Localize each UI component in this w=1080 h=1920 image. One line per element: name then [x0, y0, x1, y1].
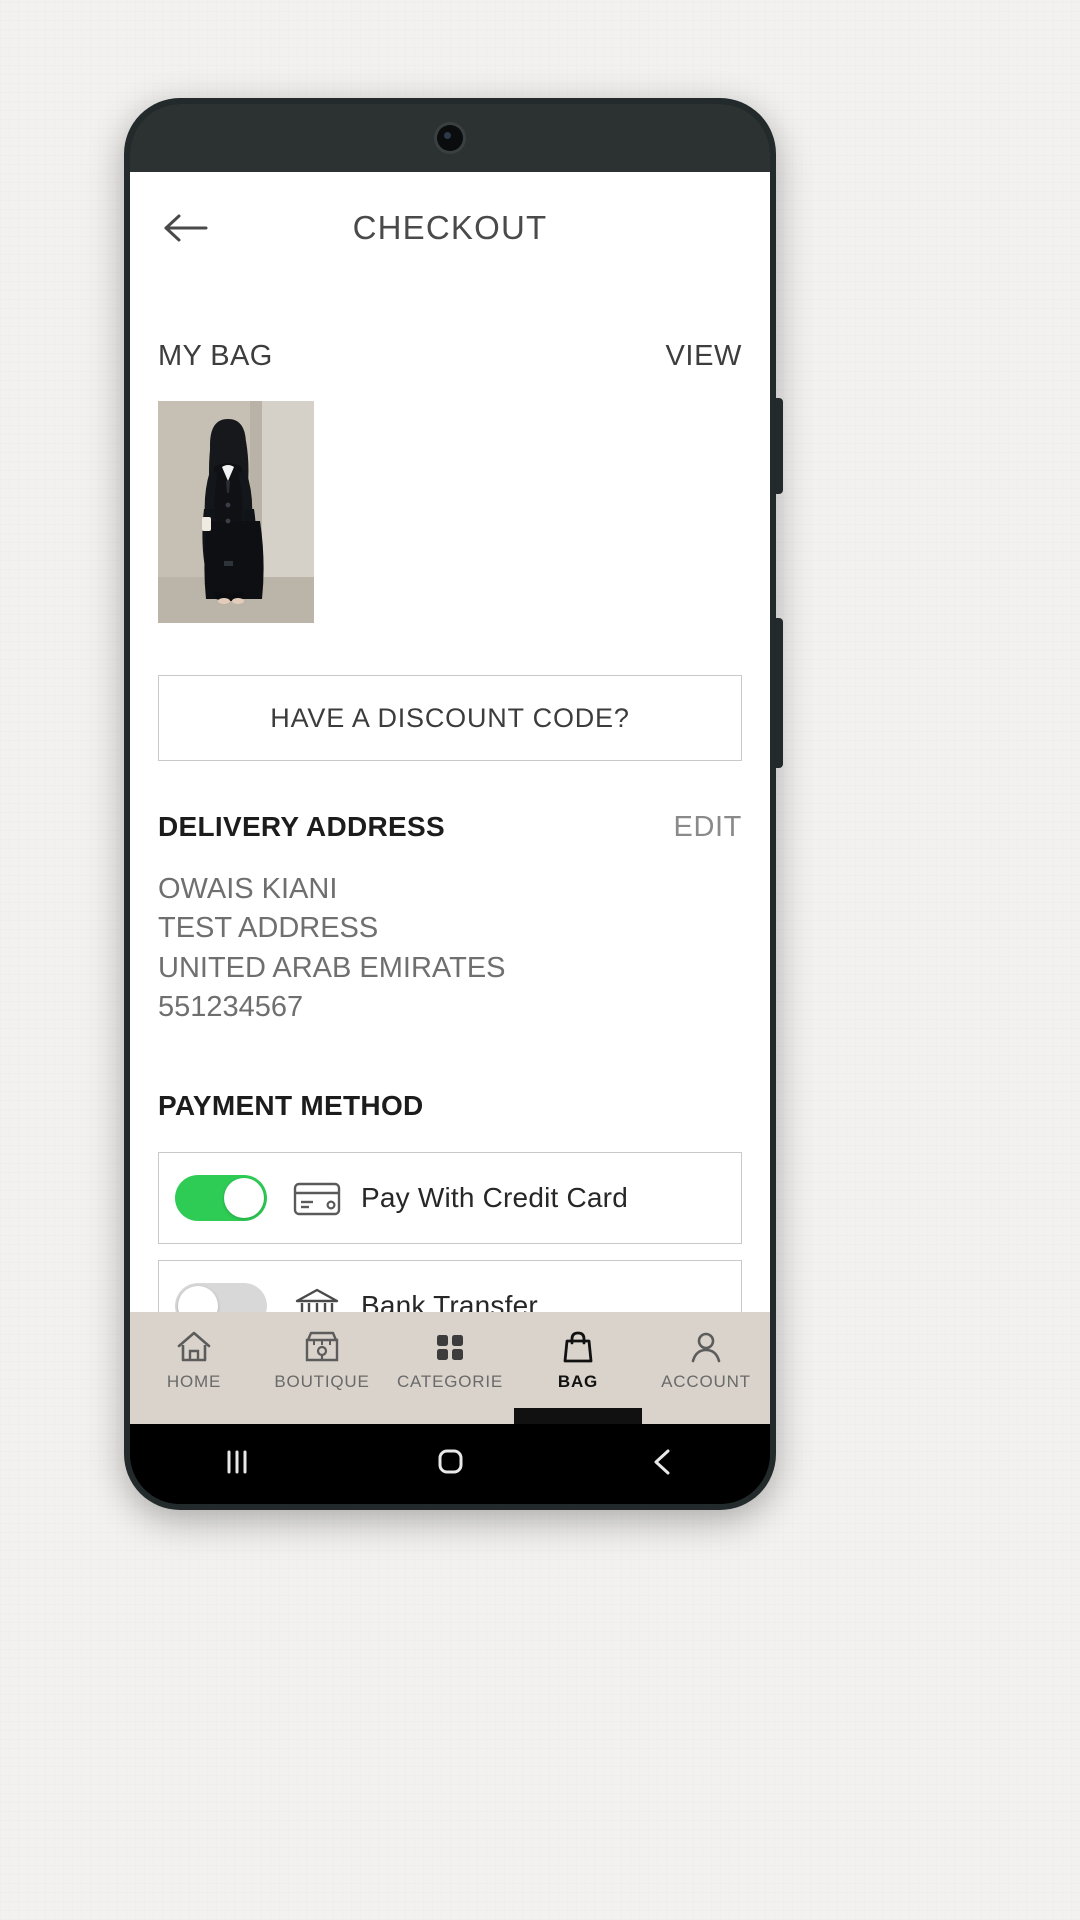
app-screen: CHECKOUT MY BAG VIEW HAVE A DISCOUNT COD…: [130, 172, 770, 1424]
bank-transfer-toggle[interactable]: [175, 1282, 267, 1312]
tab-indicator-background: [130, 1408, 770, 1424]
app-bar: CHECKOUT: [130, 172, 770, 284]
delivery-address-title: DELIVERY ADDRESS: [158, 811, 445, 842]
credit-card-icon: [289, 1180, 345, 1216]
payment-method-title: PAYMENT METHOD: [158, 1089, 424, 1121]
payment-option-bank-transfer[interactable]: Bank Transfer: [158, 1259, 742, 1312]
payment-option-label: Bank Transfer: [361, 1289, 538, 1312]
checkout-content: MY BAG VIEW HAVE A DISCOUNT CODE? DELIVE…: [130, 284, 770, 1312]
address-line: OWAIS KIANI: [158, 873, 338, 905]
delivery-address-header: DELIVERY ADDRESS EDIT: [158, 811, 742, 844]
back-button-android[interactable]: [603, 1445, 723, 1479]
home-circle-icon: [438, 1449, 463, 1474]
my-bag-header: MY BAG VIEW: [158, 340, 742, 373]
toggle-knob: [178, 1285, 218, 1312]
product-image: [158, 401, 314, 623]
bottom-tab-bar: HOME BOUTIQUE CATEGORIE BAG ACCOUNT: [130, 1312, 770, 1424]
tab-boutique[interactable]: BOUTIQUE: [258, 1312, 386, 1408]
payment-option-credit-card[interactable]: Pay With Credit Card: [158, 1151, 742, 1244]
arrow-left-icon: [164, 214, 208, 242]
toggle-knob: [224, 1177, 264, 1218]
address-line: TEST ADDRESS: [158, 912, 379, 945]
my-bag-label: MY BAG: [158, 340, 273, 372]
view-bag-link[interactable]: VIEW: [665, 340, 742, 373]
edit-address-link[interactable]: EDIT: [674, 811, 742, 844]
person-icon: [691, 1332, 721, 1363]
payment-option-label: Pay With Credit Card: [361, 1181, 628, 1213]
discount-code-button[interactable]: HAVE A DISCOUNT CODE?: [158, 675, 742, 761]
tab-bag[interactable]: BAG: [514, 1312, 642, 1424]
tab-label: ACCOUNT: [661, 1372, 751, 1391]
address-line: UNITED ARAB EMIRATES: [158, 951, 506, 984]
home-button[interactable]: [390, 1445, 510, 1479]
volume-button[interactable]: [776, 398, 783, 494]
product-thumbnail[interactable]: [158, 401, 314, 623]
home-icon: [177, 1331, 211, 1362]
store-icon: [305, 1331, 339, 1362]
back-button[interactable]: [158, 200, 214, 256]
tab-account[interactable]: ACCOUNT: [642, 1312, 770, 1408]
payment-method-header: PAYMENT METHOD: [158, 1090, 742, 1122]
credit-card-toggle[interactable]: [175, 1174, 267, 1221]
recents-icon: [227, 1450, 247, 1474]
page-title: CHECKOUT: [352, 209, 548, 246]
tab-label: BOUTIQUE: [274, 1372, 370, 1391]
delivery-address-lines: OWAIS KIANI TEST ADDRESS UNITED ARAB EMI…: [158, 870, 742, 1028]
bag-icon: [563, 1331, 593, 1363]
address-line: 551234567: [158, 991, 304, 1024]
bank-icon: [289, 1286, 345, 1312]
grid-icon: [437, 1335, 463, 1360]
power-button[interactable]: [776, 618, 783, 768]
tab-label: BAG: [557, 1372, 599, 1391]
status-bar: [130, 104, 770, 172]
tab-label: CATEGORIE: [396, 1372, 504, 1391]
tab-home[interactable]: HOME: [130, 1312, 258, 1408]
recents-button[interactable]: [177, 1445, 297, 1479]
payment-method-list: Pay With Credit Card Bank Transfer: [158, 1151, 742, 1312]
tab-label: HOME: [166, 1372, 222, 1391]
back-chevron-icon: [654, 1449, 670, 1475]
phone-device: CHECKOUT MY BAG VIEW HAVE A DISCOUNT COD…: [124, 98, 783, 1510]
tab-categories[interactable]: CATEGORIE: [386, 1312, 514, 1408]
front-camera: [437, 125, 463, 151]
